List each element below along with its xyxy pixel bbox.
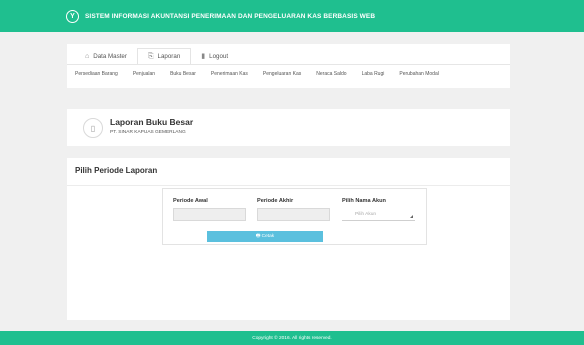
tab-bar: ⌂ Data Master ⎘ Laporan ▮ Logout [67, 44, 510, 64]
cetak-button[interactable]: 🖶 Cetak [207, 231, 323, 242]
menu-item-neraca-saldo[interactable]: Neraca Saldo [316, 71, 346, 77]
top-navbar: Y SISTEM INFORMASI AKUNTANSI PENERIMAAN … [0, 0, 584, 32]
periode-akhir-input[interactable] [257, 208, 330, 221]
akun-label: Pilih Nama Akun [342, 198, 386, 204]
footer: Copyright © 2016. All rights reserved. [0, 331, 584, 345]
chart-icon: ▮ [201, 53, 206, 60]
page-header: ▯ Laporan Buku Besar PT. SINAR KAPUAS GE… [67, 109, 510, 146]
menu-item-penerimaan-kas[interactable]: Penerimaan Kas [211, 71, 248, 77]
menu-item-buku-besar[interactable]: Buku Besar [170, 71, 196, 77]
tab-divider [67, 64, 510, 65]
company-name: PT. SINAR KAPUAS GEMERLANG [110, 130, 186, 135]
akun-select[interactable]: Pilih Akun [342, 208, 415, 221]
menu-item-pengeluaran-kas[interactable]: Pengeluaran Kas [263, 71, 301, 77]
home-icon: ⌂ [85, 52, 90, 60]
tab-logout[interactable]: ▮ Logout [191, 48, 238, 64]
report-form-panel: Pilih Periode Laporan Periode Awal Perio… [67, 158, 510, 320]
copyright-text: Copyright © 2016. All rights reserved. [252, 335, 332, 341]
form-divider [67, 185, 510, 186]
app-title: SISTEM INFORMASI AKUNTANSI PENERIMAAN DA… [85, 12, 376, 20]
akun-select-value: Pilih Akun [355, 211, 377, 217]
periode-awal-label: Periode Awal [173, 198, 208, 204]
form-title: Pilih Periode Laporan [75, 166, 158, 175]
dropdown-caret-icon [410, 215, 413, 218]
document-icon: ▯ [83, 118, 103, 138]
page-title: Laporan Buku Besar [110, 117, 194, 127]
menu-item-perubahan-modal[interactable]: Perubahan Modal [399, 71, 438, 77]
tab-label: Laporan [157, 53, 181, 60]
navigation-panel: ⌂ Data Master ⎘ Laporan ▮ Logout Persedi… [67, 44, 510, 88]
periode-akhir-label: Periode Akhir [257, 198, 294, 204]
file-icon: ⎘ [147, 52, 154, 60]
periode-awal-input[interactable] [173, 208, 246, 221]
report-menu: Persediaan Barang Penjualan Buku Besar P… [75, 71, 454, 77]
logo-icon: Y [66, 9, 79, 23]
tab-label: Data Master [93, 52, 127, 60]
menu-item-penjualan[interactable]: Penjualan [133, 71, 155, 77]
tab-data-master[interactable]: ⌂ Data Master [75, 48, 137, 64]
menu-item-persediaan-barang[interactable]: Persediaan Barang [75, 71, 118, 77]
tab-laporan[interactable]: ⎘ Laporan [136, 48, 192, 64]
menu-item-laba-rugi[interactable]: Laba Rugi [362, 71, 385, 77]
tab-label: Logout [209, 52, 229, 60]
